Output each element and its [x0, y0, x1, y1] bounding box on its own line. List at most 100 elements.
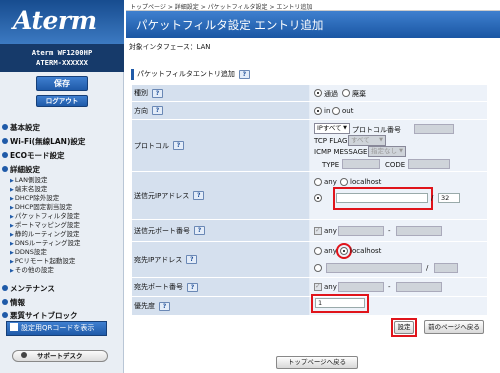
- device-id: ATERM-XXXXXX: [36, 58, 88, 67]
- help-icon[interactable]: ?: [152, 106, 163, 115]
- value-cell: any localhost /: [310, 242, 487, 277]
- top-page-button[interactable]: トップページへ戻る: [276, 356, 358, 369]
- help-icon[interactable]: ?: [187, 282, 198, 292]
- logout-button[interactable]: ログアウト: [36, 95, 88, 107]
- direction-label: 方向: [134, 106, 148, 115]
- sidebar-item-other[interactable]: ▶その他の設定: [10, 264, 54, 274]
- qr-code-icon: [10, 323, 18, 331]
- label-cell: プロトコル?: [132, 120, 309, 171]
- slash-separator: /: [426, 264, 429, 272]
- model-info: Aterm WF1200HP ATERM-XXXXXX: [0, 44, 124, 72]
- help-icon[interactable]: ?: [238, 69, 250, 79]
- value-cell: 通過 廃棄: [310, 85, 487, 101]
- icmp-code-input[interactable]: [408, 159, 450, 169]
- menu-malicious-site-block[interactable]: 悪質サイトブロック: [2, 310, 78, 321]
- help-icon[interactable]: ?: [193, 191, 205, 200]
- destination-ip-address-input[interactable]: [326, 263, 422, 273]
- bullet-icon: [2, 166, 8, 172]
- back-button[interactable]: 前のページへ戻る: [424, 320, 484, 334]
- type-pass-label: 通過: [324, 90, 338, 98]
- menu-label: 情報: [10, 298, 25, 307]
- help-icon[interactable]: ?: [186, 255, 198, 264]
- source-port-start-input[interactable]: [338, 226, 384, 236]
- direction-in-label: in: [324, 107, 331, 115]
- breadcrumb-top[interactable]: トップページ: [130, 4, 166, 11]
- source-ip-any-radio[interactable]: [314, 178, 322, 186]
- priority-input[interactable]: 1: [315, 298, 365, 308]
- protocol-number-input[interactable]: [414, 124, 454, 134]
- label-cell: 種別?: [132, 85, 309, 101]
- icmp-type-input[interactable]: [342, 159, 380, 169]
- label-cell: 方向?: [132, 102, 309, 119]
- help-icon[interactable]: ?: [173, 141, 184, 150]
- destination-ip-any-radio[interactable]: [314, 247, 322, 255]
- source-port-end-input[interactable]: [396, 226, 442, 236]
- value-cell: IPすべて ▼ プロトコル番号 TCP FLAG すべて ▼ ICMP MESSAG…: [310, 120, 487, 171]
- type-pass-radio[interactable]: [314, 89, 322, 97]
- section-title: パケットフィルタエントリ追加?: [131, 69, 250, 80]
- destination-ip-specify-radio[interactable]: [314, 264, 322, 272]
- save-button[interactable]: 保存: [36, 76, 88, 91]
- destination-ip-localhost-label: localhost: [350, 247, 382, 255]
- destination-port-any-label: any: [324, 283, 337, 291]
- breadcrumb-packet-filter[interactable]: パケットフィルタ設定: [208, 4, 268, 11]
- help-icon[interactable]: ?: [152, 88, 163, 98]
- label-cell: 宛先IPアドレス?: [132, 242, 309, 277]
- protocol-number-label: プロトコル番号: [352, 126, 401, 134]
- direction-in-radio[interactable]: [314, 107, 322, 115]
- qr-label: 設定用QRコードを表示: [21, 324, 95, 332]
- menu-eco-settings[interactable]: ECOモード設定: [2, 150, 65, 161]
- slash-separator: /: [431, 194, 434, 202]
- support-label: サポートデスク: [37, 352, 83, 360]
- destination-port-any-checkbox[interactable]: [314, 282, 322, 291]
- icmp-code-label: CODE: [385, 161, 406, 169]
- source-ip-specify-radio[interactable]: [314, 194, 322, 202]
- priority-label: 優先度: [134, 302, 155, 310]
- destination-ip-any-label: any: [324, 247, 337, 255]
- source-ip-address-input[interactable]: [336, 193, 428, 203]
- menu-label: 悪質サイトブロック: [10, 311, 78, 320]
- show-qr-code-button[interactable]: 設定用QRコードを表示: [6, 321, 107, 336]
- menu-info[interactable]: 情報: [2, 297, 25, 308]
- menu-basic-settings[interactable]: 基本設定: [2, 122, 40, 133]
- help-icon[interactable]: ?: [194, 226, 205, 235]
- row-protocol: プロトコル? IPすべて ▼ プロトコル番号 TCP FLAG すべて ▼ ICMP…: [132, 120, 487, 172]
- source-port-label: 送信元ポート番号: [134, 226, 190, 235]
- set-button[interactable]: 設定: [394, 321, 414, 334]
- source-ip-localhost-label: localhost: [350, 178, 382, 186]
- direction-out-label: out: [342, 107, 354, 115]
- direction-out-radio[interactable]: [332, 107, 340, 115]
- row-type: 種別? 通過 廃棄: [132, 85, 487, 102]
- breadcrumb-sep: >: [269, 4, 275, 11]
- label-cell: 宛先ポート番号?: [132, 278, 309, 296]
- tcp-flag-select[interactable]: すべて ▼: [348, 135, 386, 146]
- source-port-any-checkbox[interactable]: [314, 226, 322, 235]
- help-icon[interactable]: ?: [159, 301, 170, 311]
- type-discard-radio[interactable]: [342, 89, 350, 97]
- row-destination-ip: 宛先IPアドレス? any localhost /: [132, 242, 487, 278]
- menu-maintenance[interactable]: メンテナンス: [2, 283, 55, 294]
- breadcrumb-sep: >: [200, 4, 206, 11]
- destination-ip-localhost-radio[interactable]: [340, 247, 348, 255]
- source-ip-mask-input[interactable]: 32: [438, 193, 460, 203]
- bullet-icon: [2, 299, 8, 305]
- protocol-select[interactable]: IPすべて ▼: [314, 123, 350, 134]
- support-desk-button[interactable]: サポートデスク: [12, 350, 108, 362]
- triangle-icon: ▶: [10, 268, 14, 274]
- source-port-any-label: any: [324, 227, 337, 235]
- dash-separator: -: [388, 283, 391, 291]
- source-ip-localhost-radio[interactable]: [340, 178, 348, 186]
- destination-port-end-input[interactable]: [396, 282, 442, 292]
- page-title: パケットフィルタ設定 エントリ追加: [126, 11, 500, 38]
- icmp-message-select[interactable]: 指定なし ▼: [368, 146, 406, 157]
- value-cell: any -: [310, 220, 487, 241]
- destination-port-label: 宛先ポート番号: [134, 283, 183, 291]
- destination-ip-mask-input[interactable]: [434, 263, 458, 273]
- menu-wifi-settings[interactable]: Wi-Fi(無線LAN)設定: [2, 136, 85, 147]
- destination-ip-label: 宛先IPアドレス: [134, 255, 183, 264]
- chevron-down-icon: ▼: [399, 148, 403, 154]
- icmp-message-label: ICMP MESSAGE: [314, 148, 368, 156]
- icmp-type-label: TYPE: [322, 161, 340, 169]
- breadcrumb-detail[interactable]: 詳細設定: [175, 4, 199, 11]
- destination-port-start-input[interactable]: [338, 282, 384, 292]
